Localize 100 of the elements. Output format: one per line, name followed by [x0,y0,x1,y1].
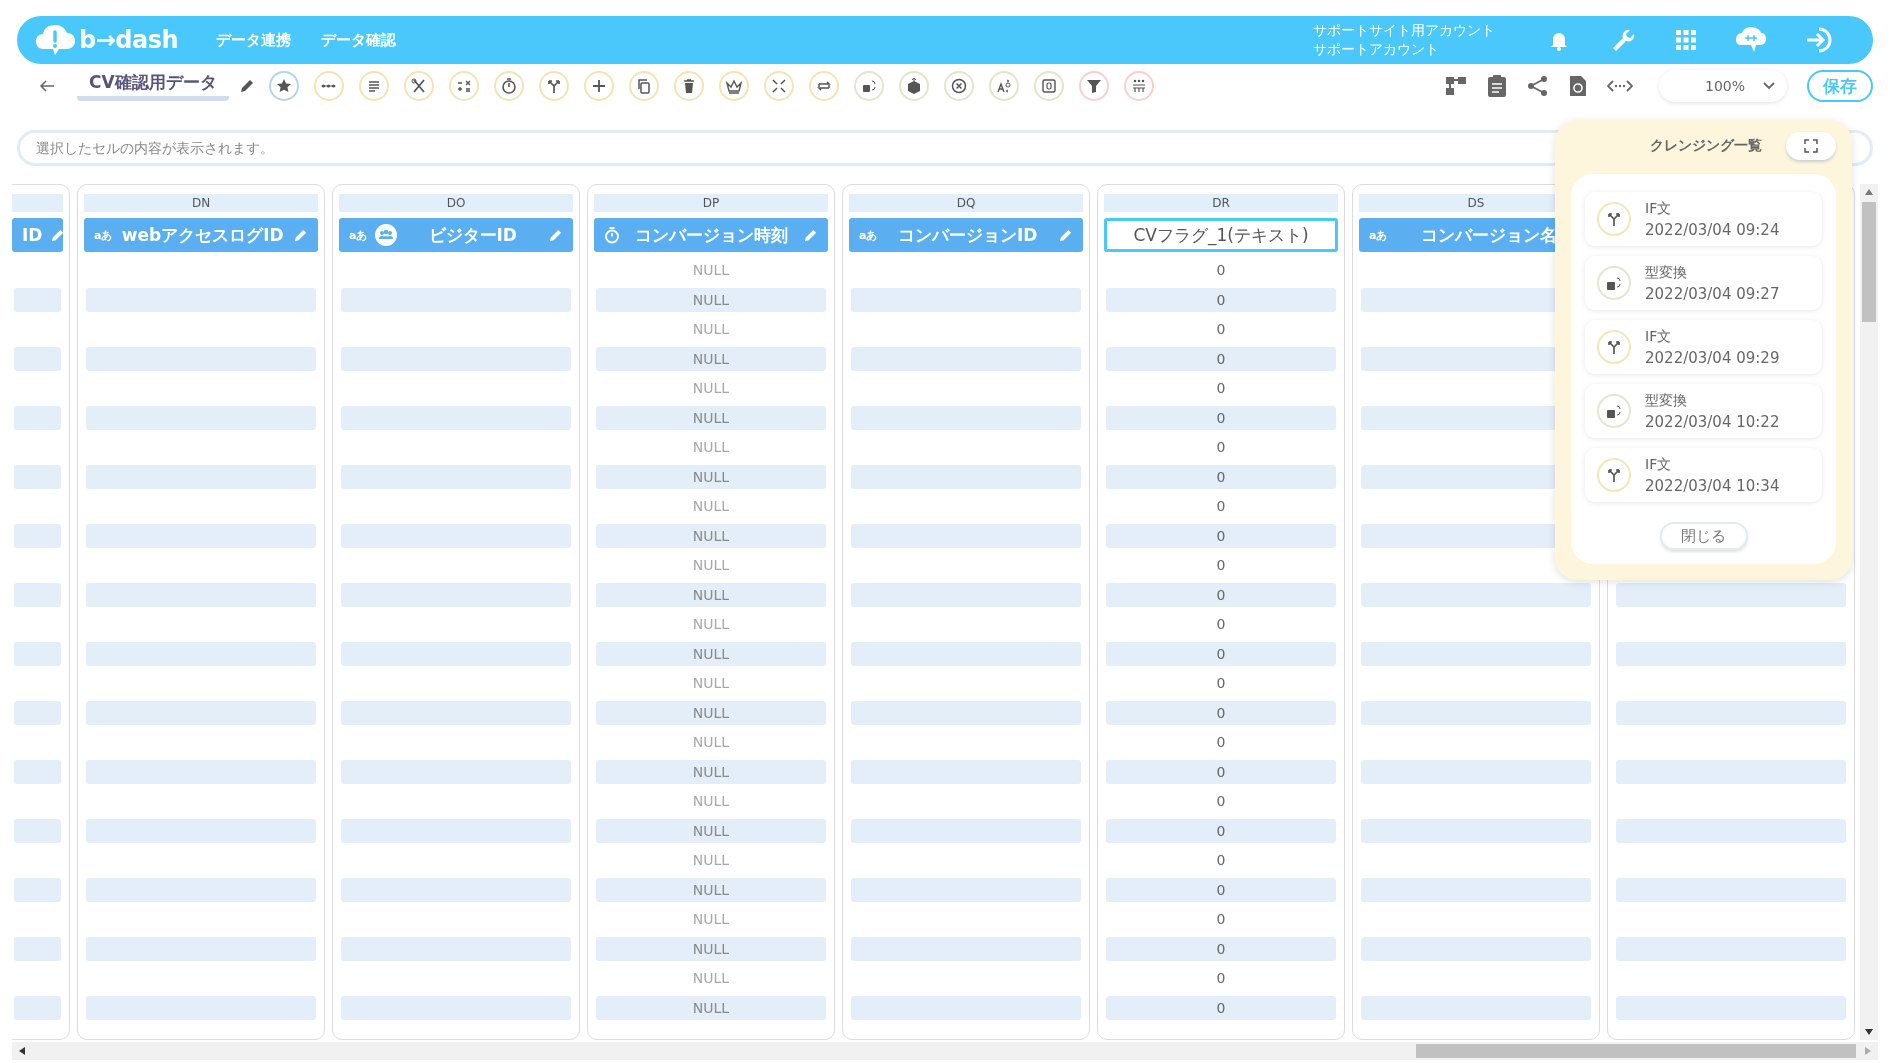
column-letter: DN [84,194,318,212]
toolbar-button[interactable] [448,71,479,101]
table-cell [14,700,61,725]
table-cell: 0 [1106,995,1336,1020]
table-cell: NULL [692,557,730,573]
toolbar-button[interactable] [493,71,524,101]
flow-diagram-icon[interactable] [1445,75,1467,97]
close-button[interactable]: 閉じる [1659,522,1748,550]
toolbar-button[interactable] [673,71,704,101]
scroll-right-icon[interactable] [1864,1046,1872,1056]
save-button[interactable]: 保存 [1807,70,1873,102]
table-cell: 0 [1106,346,1336,371]
scrollbar-thumb[interactable] [1416,1044,1856,1058]
scrollbar-thumb[interactable] [1862,202,1876,322]
column-letter: DQ [849,194,1083,212]
table-cell: NULL [596,287,826,312]
table-cell [14,995,61,1020]
table-cell: 0 [1106,818,1336,843]
table-cell [14,582,61,607]
history-item[interactable]: IF文 2022/03/04 09:29 [1585,320,1822,374]
stopwatch-icon [604,226,620,244]
table-cell: 0 [1106,464,1336,489]
nav-link[interactable]: データ連携 [216,30,292,50]
back-arrow-icon[interactable] [39,79,55,93]
table-cell: 0 [1216,793,1226,809]
table-cell: 0 [1216,675,1226,691]
toolbar-button[interactable] [808,71,839,101]
history-item[interactable]: IF文 2022/03/04 09:24 [1585,192,1822,246]
toolbar-button[interactable] [583,71,614,101]
toolbar-button[interactable] [403,71,434,101]
table-cell: 0 [1106,523,1336,548]
table-cell: NULL [692,675,730,691]
column-header[interactable]: aあ webアクセスログID [84,218,318,252]
table-cell [14,936,61,961]
table-cell: NULL [596,877,826,902]
translate-icon [994,77,1013,95]
history-item[interactable]: 型変換 2022/03/04 09:27 [1585,256,1822,310]
toolbar-button[interactable] [1078,71,1109,101]
table-cell: NULL [596,582,826,607]
history-name: 型変換 [1645,263,1688,282]
table-cell: NULL [692,616,730,632]
zoom-select[interactable]: 100% [1659,70,1787,102]
toolbar-button[interactable] [988,71,1019,101]
scroll-down-icon[interactable] [1864,1028,1874,1036]
toolbar-button[interactable] [268,71,299,101]
scroll-up-icon[interactable] [1864,188,1874,196]
panel-title: クレンジング一覧 [1650,137,1762,155]
nav-link[interactable]: データ確認 [321,30,397,50]
toolbar-button[interactable] [853,71,884,101]
toolbar-button[interactable] [718,71,749,101]
type-label: aあ [859,227,878,243]
type-label: aあ [349,227,368,243]
history-item[interactable]: IF文 2022/03/04 10:34 [1585,448,1822,502]
table-cell [14,523,61,548]
column-header[interactable]: ID [12,218,63,252]
toolbar-button[interactable] [943,71,974,101]
pencil-icon[interactable] [238,78,255,94]
scroll-left-icon[interactable] [18,1046,26,1056]
column-letter: DP [594,194,828,212]
expand-button[interactable] [1786,132,1836,160]
share-icon[interactable] [1527,75,1549,97]
toolbar-button[interactable] [538,71,569,101]
history-item[interactable]: 型変換 2022/03/04 10:22 [1585,384,1822,438]
people-icon [375,224,398,246]
table-cell: NULL [692,734,730,750]
table-cell: NULL [596,346,826,371]
table-cell: NULL [596,759,826,784]
table-cell [14,287,61,312]
column-letter-bar [12,194,63,212]
column-header[interactable]: コンバージョン時刻 [594,218,828,252]
table-cell: 0 [1216,439,1226,455]
clipboard-icon[interactable] [1487,74,1507,98]
close-circle-icon [949,77,968,95]
fork-icon [1605,338,1623,356]
history-name: IF文 [1645,455,1673,474]
table-cell: 0 [1106,405,1336,430]
table-cell: 0 [1106,936,1336,961]
toolbar-button[interactable] [898,71,929,101]
expand-icon [1804,139,1818,153]
table-cell: 0 [1216,498,1226,514]
fork-icon [1605,210,1623,228]
table-cell: NULL [596,936,826,961]
toolbar-button[interactable] [358,71,389,101]
table-cell: NULL [596,818,826,843]
table-cell [14,346,61,371]
toolbar-button[interactable] [1033,71,1064,101]
history-time: 2022/03/04 09:24 [1645,220,1780,241]
table-cell: NULL [692,970,730,986]
table-cell: 0 [1216,262,1226,278]
column-header[interactable]: CVフラグ_1(テキスト) [1104,218,1338,252]
table-cell: 0 [1216,852,1226,868]
table-cell: NULL [596,995,826,1020]
code-icon[interactable] [1607,78,1633,94]
toolbar-button[interactable] [628,71,659,101]
vertical-scrollbar[interactable] [1860,184,1878,1040]
horizontal-scrollbar[interactable] [12,1042,1878,1060]
file-refresh-icon[interactable] [1569,75,1587,97]
column-header[interactable]: aあ ビジターID [339,218,573,252]
table-cell: 0 [1106,700,1336,725]
column-header[interactable]: aあ コンバージョンID [849,218,1083,252]
